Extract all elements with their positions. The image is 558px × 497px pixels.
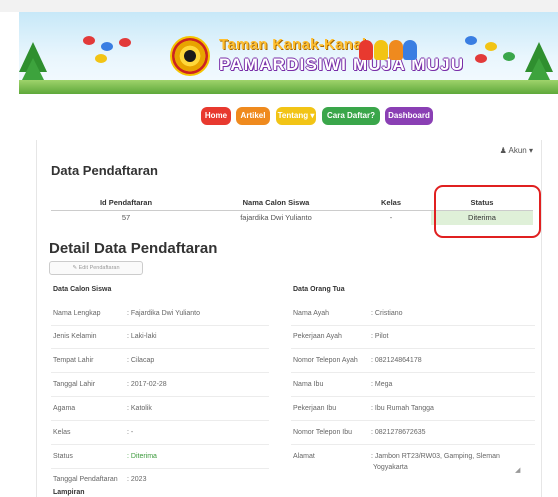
student-label: Jenis Kelamin (53, 333, 97, 340)
nav-cara-daftar[interactable]: Cara Daftar? (322, 107, 380, 125)
row-separator (51, 372, 269, 373)
parent-value: : 082124864178 (371, 357, 422, 364)
parent-value: : Mega (371, 381, 393, 388)
cell-id: 57 (121, 213, 131, 223)
bird-icon (485, 42, 497, 51)
row-separator (291, 372, 535, 373)
grass-strip (19, 80, 558, 94)
student-label: Tanggal Pendaftaran (53, 476, 118, 483)
row-separator (291, 420, 535, 421)
user-icon: ♟ (499, 146, 507, 155)
content-card: ♟ Akun ▾ Data Pendaftaran Id Pendaftaran… (36, 140, 542, 497)
main-nav: Home Artikel Tentang ▾ Cara Daftar? Dash… (0, 107, 558, 125)
parent-label: Pekerjaan Ayah (293, 333, 342, 340)
parent-label: Nomor Telepon Ibu (293, 429, 353, 436)
resize-handle-icon[interactable]: ◢ (515, 466, 520, 474)
account-menu[interactable]: ♟ Akun ▾ (500, 146, 533, 155)
kids-illustration-icon (359, 32, 417, 60)
row-separator (291, 396, 535, 397)
caret-down-icon: ▾ (528, 146, 533, 155)
bird-icon (119, 38, 131, 47)
student-label: Kelas (53, 429, 71, 436)
student-value: : 2017-02-28 (127, 381, 167, 388)
row-separator (51, 444, 269, 445)
bird-icon (503, 52, 515, 61)
bird-icon (475, 54, 487, 63)
status-highlight-box (434, 185, 541, 238)
parent-address-value: : Jambon RT23/RW03, Gamping, Sleman (371, 453, 500, 460)
student-section-header: Data Calon Siswa (53, 286, 112, 293)
parent-section-header: Data Orang Tua (293, 286, 345, 293)
row-separator (51, 468, 269, 469)
row-separator (291, 348, 535, 349)
nav-tentang-label: Tentang (277, 111, 309, 120)
student-status-value: : Diterima (127, 453, 157, 460)
parent-address-continued: Yogyakarta (373, 464, 408, 471)
nav-dashboard[interactable]: Dashboard (385, 107, 433, 125)
account-label: Akun (508, 146, 527, 155)
bird-icon (95, 54, 107, 63)
nav-artikel[interactable]: Artikel (236, 107, 270, 125)
edit-registration-label: Edit Pendaftaran (78, 265, 120, 271)
parent-label: Nama Ibu (293, 381, 324, 388)
row-separator (51, 348, 269, 349)
student-label: Nama Lengkap (53, 310, 101, 317)
student-label: Tempat Lahir (53, 357, 94, 364)
bird-icon (101, 42, 113, 51)
parent-label: Nomor Telepon Ayah (293, 357, 358, 364)
parent-value: : Pilot (371, 333, 389, 340)
edit-registration-button[interactable]: ✎ Edit Pendaftaran (49, 261, 143, 275)
student-label: Tanggal Lahir (53, 381, 96, 388)
student-value: : Cilacap (127, 357, 155, 364)
row-separator (291, 444, 535, 445)
cell-name: fajardika Dwi Yulianto (240, 213, 312, 223)
bird-icon (83, 36, 95, 45)
school-title-line1: Taman Kanak-Kanak (219, 36, 371, 53)
student-value: : Katolik (127, 405, 152, 412)
bird-icon (465, 36, 477, 45)
student-label: Agama (53, 405, 76, 412)
parent-value: : 0821278672635 (371, 429, 426, 436)
student-value: : - (127, 429, 134, 436)
student-value: : Fajardika Dwi Yulianto (127, 310, 201, 317)
parent-value: : Cristiano (371, 310, 403, 317)
student-value: : 2023 (127, 476, 147, 483)
school-logo (170, 36, 210, 76)
attachment-header: Lampiran (53, 489, 85, 496)
student-label: Status (53, 453, 73, 460)
parent-value: : Ibu Rumah Tangga (371, 405, 434, 412)
row-separator (51, 325, 269, 326)
row-separator (51, 396, 269, 397)
col-name: Nama Calon Siswa (201, 195, 351, 211)
detail-title: Detail Data Pendaftaran (49, 240, 218, 257)
parent-label: Pekerjaan Ibu (293, 405, 337, 412)
registration-title: Data Pendaftaran (51, 163, 158, 178)
col-class: Kelas (351, 195, 431, 211)
cell-class: - (389, 213, 393, 223)
row-separator (51, 420, 269, 421)
col-id: Id Pendaftaran (51, 195, 201, 211)
nav-tentang[interactable]: Tentang ▾ (276, 107, 316, 125)
student-value: : Laki-laki (127, 333, 157, 340)
top-strip (0, 0, 558, 12)
nav-home[interactable]: Home (201, 107, 231, 125)
edit-icon: ✎ (72, 265, 78, 271)
parent-label: Nama Ayah (293, 310, 330, 317)
header-banner: Taman Kanak-Kanak PAMARDISIWI MUJA MUJU (19, 12, 558, 94)
school-title-line2: PAMARDISIWI MUJA MUJU (219, 55, 465, 74)
row-separator (291, 325, 535, 326)
parent-label: Alamat (293, 453, 315, 460)
